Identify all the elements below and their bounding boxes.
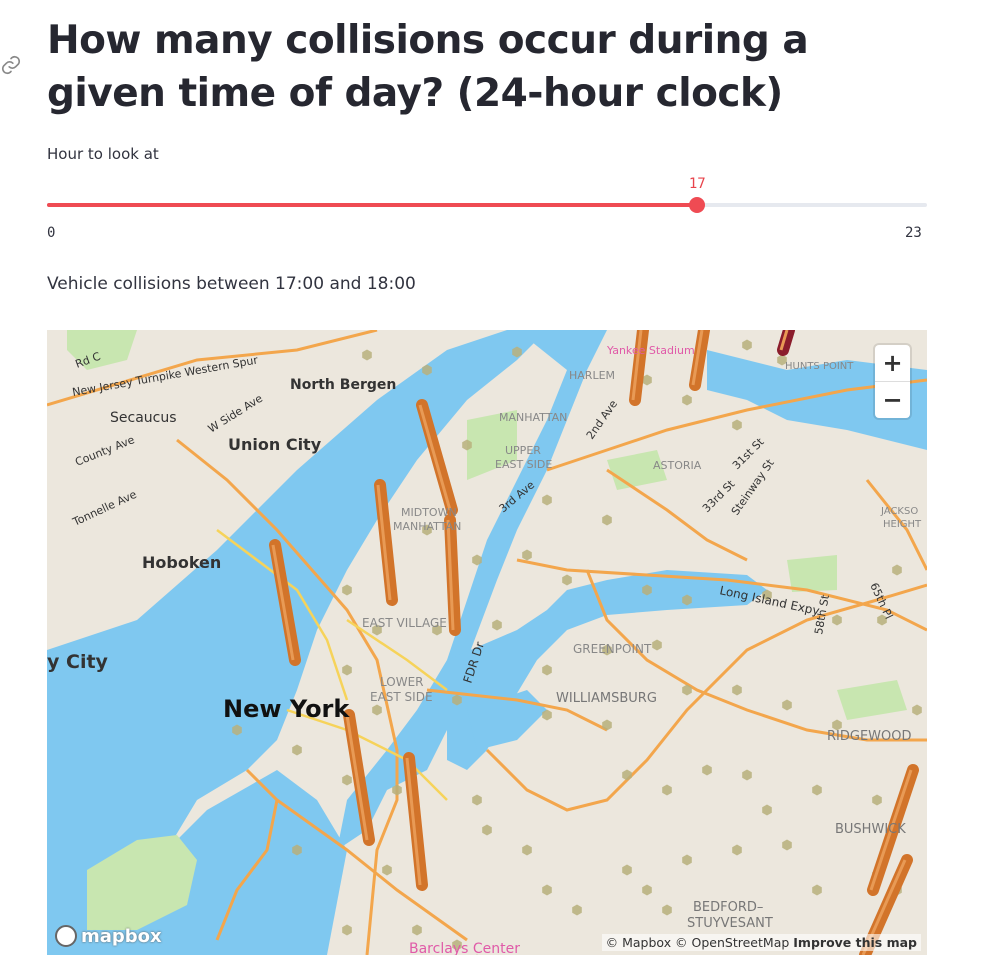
improve-map-link[interactable]: Improve this map — [793, 935, 917, 950]
label-hoboken: Hoboken — [142, 553, 221, 572]
slider-label: Hour to look at — [47, 145, 159, 163]
zoom-out-button[interactable]: − — [875, 381, 910, 418]
label-bedford: BEDFORD– STUYVESANT — [687, 900, 773, 931]
label-bushwick: BUSHWICK — [835, 822, 906, 837]
slider-max: 23 — [905, 225, 922, 241]
label-hunts-point: HUNTS POINT — [785, 361, 854, 372]
collision-map[interactable]: North Bergen Secaucus Union City Hoboken… — [47, 330, 927, 955]
label-barclays: Barclays Center — [409, 941, 520, 955]
zoom-in-button[interactable]: + — [875, 345, 910, 381]
label-north-bergen: North Bergen — [290, 377, 396, 393]
mapbox-icon — [55, 925, 77, 947]
map-attribution: © Mapbox © OpenStreetMap Improve this ma… — [601, 934, 921, 951]
label-lower-east-side: LOWER EAST SIDE — [370, 675, 433, 704]
slider-min: 0 — [47, 225, 56, 241]
slider-fill — [47, 203, 698, 207]
label-secaucus: Secaucus — [110, 410, 177, 426]
label-new-york: New York — [223, 695, 350, 723]
collisions-caption: Vehicle collisions between 17:00 and 18:… — [47, 274, 416, 294]
slider-thumb[interactable] — [689, 197, 706, 213]
label-yankee-stadium: Yankee Stadium — [606, 344, 695, 357]
mapbox-logo[interactable]: mapbox — [55, 925, 162, 947]
label-manhattan: MANHATTAN — [499, 411, 567, 424]
slider-value: 17 — [688, 176, 706, 192]
link-icon[interactable] — [0, 54, 22, 76]
label-harlem: HARLEM — [569, 369, 615, 382]
map-canvas: North Bergen Secaucus Union City Hoboken… — [47, 330, 927, 955]
label-union-city: Union City — [228, 435, 322, 454]
page-title: How many collisions occur during a given… — [47, 18, 809, 116]
label-midtown: MIDTOWN MANHATTAN — [393, 506, 461, 533]
zoom-controls: + − — [875, 345, 910, 418]
hour-slider[interactable] — [47, 197, 927, 213]
label-williamsburg: WILLIAMSBURG — [556, 691, 657, 706]
label-astoria: ASTORIA — [653, 459, 702, 472]
label-jersey-city: y City — [47, 651, 109, 673]
label-east-village: EAST VILLAGE — [362, 616, 447, 630]
label-ridgewood: RIDGEWOOD — [827, 729, 912, 744]
label-greenpoint: GREENPOINT — [573, 642, 652, 656]
